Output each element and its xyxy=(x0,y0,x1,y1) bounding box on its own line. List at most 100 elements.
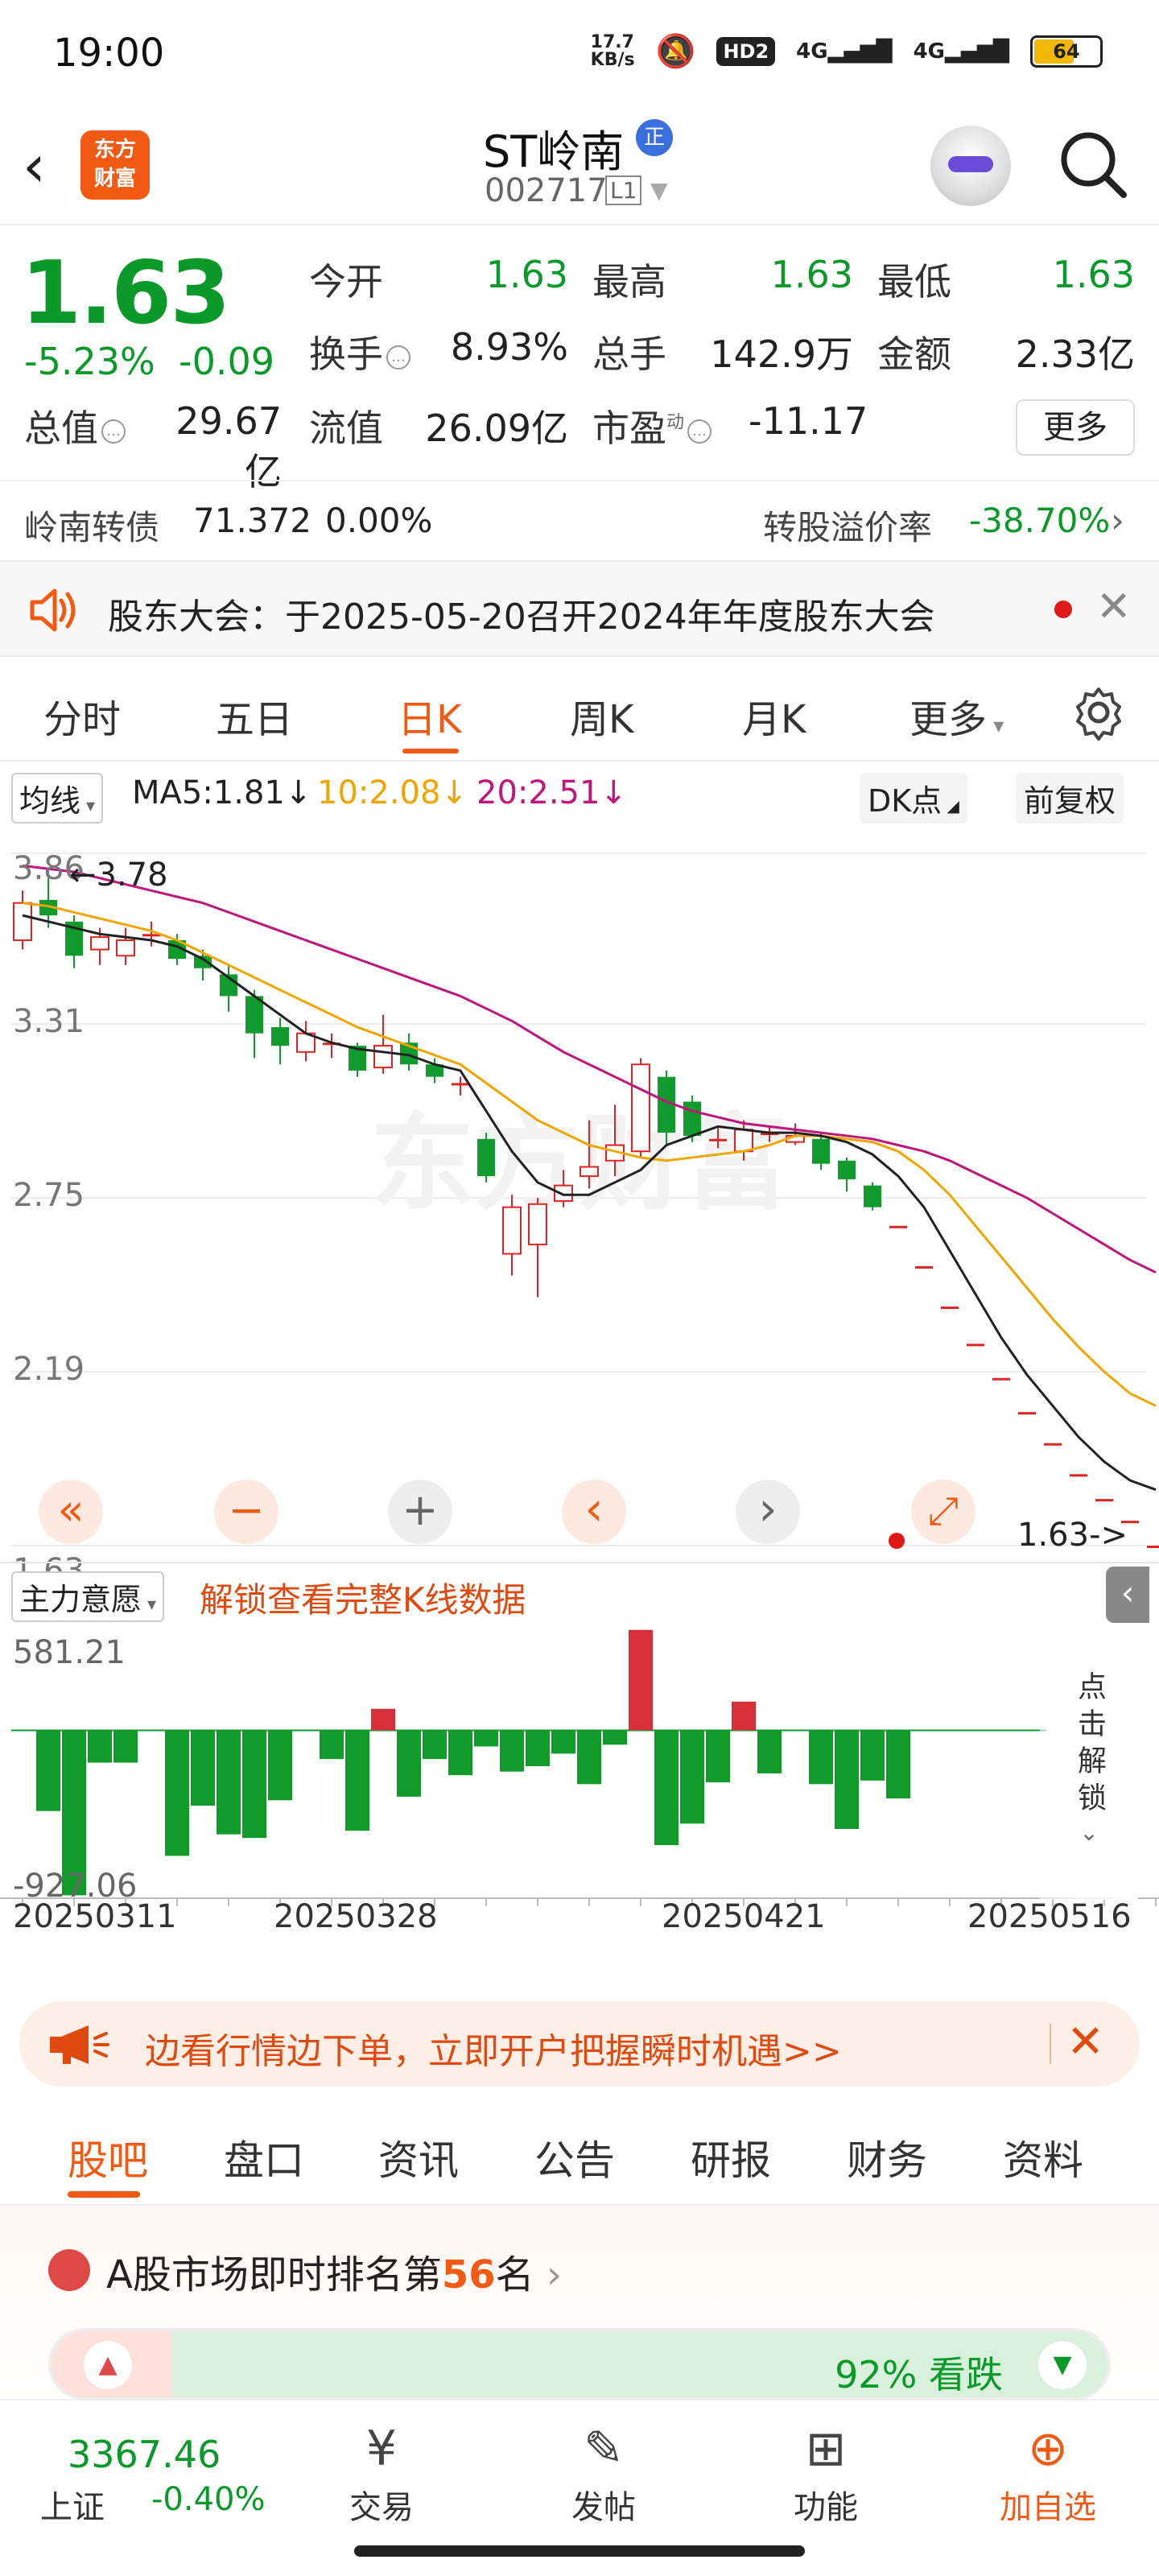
scroll-right-button[interactable]: › xyxy=(736,1480,800,1544)
adjust-button[interactable]: 前复权 xyxy=(1016,773,1124,824)
tab-more[interactable]: 更多 ▾ xyxy=(909,687,1004,744)
x-tick-3: 20250421 xyxy=(662,1898,826,1935)
amount-value: 2.33亿 xyxy=(1015,332,1135,376)
tab-pankou[interactable]: 盘口 xyxy=(224,2128,304,2186)
low-value: 1.63 xyxy=(1052,253,1135,296)
index-value[interactable]: 3367.46 xyxy=(68,2433,221,2476)
tab-news[interactable]: 资讯 xyxy=(378,2128,459,2186)
ma20-label: 20:2.51↓ xyxy=(476,774,627,811)
search-icon[interactable] xyxy=(1054,126,1132,203)
change-percent: -5.23% xyxy=(24,340,155,383)
chevron-right-icon: › xyxy=(1111,501,1124,540)
candle xyxy=(1095,1499,1113,1502)
expand-icon[interactable]: ⤢ xyxy=(911,1480,975,1544)
ma-selector[interactable]: 均线 ▾ xyxy=(11,773,104,824)
sentiment-bar[interactable]: ▲ 92% 看跌 ▼ xyxy=(48,2328,1111,2401)
tab-daily-k[interactable]: 日K xyxy=(398,687,461,744)
open-account-banner[interactable]: 边看行情边下单，立即开户把握瞬时机遇>> ✕ xyxy=(19,2001,1140,2087)
tab-finance[interactable]: 财务 xyxy=(847,2128,927,2186)
mktcap-label: 总值… xyxy=(24,399,126,452)
stock-code[interactable]: 002717 xyxy=(485,172,608,209)
home-indicator[interactable] xyxy=(354,2545,805,2557)
candle xyxy=(13,890,32,950)
last-price: 1.63 xyxy=(21,243,230,344)
nav-trade-label: 交易 xyxy=(349,2489,414,2526)
convertible-bond-row[interactable]: 岭南转债 71.372 0.00% 转股溢价率 -38.70% › xyxy=(0,480,1159,557)
indicator-bar xyxy=(320,1730,344,1760)
info-icon[interactable]: … xyxy=(101,419,126,444)
indicator-bar xyxy=(706,1730,730,1783)
nav-add-watchlist[interactable]: ⊕ 加自选 xyxy=(1000,2417,1096,2528)
nav-functions[interactable]: ⊞ 功能 xyxy=(777,2417,874,2528)
scroll-far-left-button[interactable]: « xyxy=(39,1480,103,1544)
candle xyxy=(323,1033,340,1059)
ranking-card[interactable]: A股市场即时排名第56名 › ▲ 92% 看跌 ▼ xyxy=(0,2207,1159,2401)
nav-trade[interactable]: ¥ 交易 xyxy=(333,2417,430,2528)
plus-circle-icon: ⊕ xyxy=(1027,2421,1069,2477)
tab-weekly-k[interactable]: 周K xyxy=(570,687,633,744)
speaker-icon xyxy=(27,586,79,638)
divider xyxy=(1050,2024,1051,2064)
yuan-icon: ¥ xyxy=(365,2421,398,2477)
volume-value: 142.9万 xyxy=(710,332,853,376)
indicator-bar xyxy=(397,1730,421,1797)
high-label: 最高 xyxy=(592,260,666,303)
tab-guba[interactable]: 股吧 xyxy=(68,2128,148,2186)
edit-icon: ✎ xyxy=(583,2421,625,2477)
moving-average-legend: 均线 ▾ MA5:1.81↓ 10:2.08↓ 20:2.51↓ DK点 ◢ 前… xyxy=(0,765,1159,829)
indicator-selector[interactable]: 主力意愿 ▾ xyxy=(11,1571,165,1622)
gear-icon[interactable] xyxy=(1070,684,1127,744)
candle xyxy=(194,949,212,981)
down-vote-icon[interactable]: ▼ xyxy=(1038,2341,1087,2389)
indicator-bar xyxy=(551,1730,575,1754)
candle xyxy=(116,927,135,965)
x-tick-1: 20250311 xyxy=(13,1898,177,1935)
tab-research[interactable]: 研报 xyxy=(691,2128,771,2186)
zoom-in-button[interactable]: + xyxy=(388,1480,452,1544)
candle xyxy=(967,1344,984,1347)
dk-point-button[interactable]: DK点 ◢ xyxy=(860,773,967,824)
net-speed: 17.7 KB/s xyxy=(590,31,635,70)
chart-period-tabs: 分时 五日 日K 周K 月K 更多 ▾ xyxy=(0,660,1159,762)
collapse-tab-icon[interactable]: ‹ xyxy=(1106,1567,1149,1623)
notice-banner[interactable]: 股东大会：于2025-05-20召开2024年年度股东大会 ✕ xyxy=(0,560,1159,657)
tab-monthly-k[interactable]: 月K xyxy=(742,687,806,744)
nav-add-watchlist-label: 加自选 xyxy=(1000,2489,1096,2526)
close-icon[interactable]: ✕ xyxy=(1066,2016,1104,2068)
unlock-link[interactable]: 解锁查看完整K线数据 xyxy=(200,1573,526,1622)
side-unlock-panel[interactable]: 点击解锁 ⌄ xyxy=(1040,1626,1138,1900)
candle xyxy=(1044,1443,1062,1446)
index-name: 上证 xyxy=(40,2489,105,2526)
bond-pct: 0.00% xyxy=(325,501,433,540)
close-icon[interactable]: ✕ xyxy=(1096,583,1132,631)
tab-profile[interactable]: 资料 xyxy=(1003,2128,1083,2186)
robot-assistant-icon[interactable] xyxy=(930,126,1011,206)
tab-intraday[interactable]: 分时 xyxy=(43,687,121,744)
back-arrow-icon[interactable]: ‹ xyxy=(23,137,46,195)
more-button[interactable]: 更多 xyxy=(1016,399,1135,456)
signal-icon: 4G▂▄▆█ xyxy=(796,39,893,64)
notice-text: 股东大会：于2025-05-20召开2024年年度股东大会 xyxy=(108,597,935,638)
info-icon[interactable]: … xyxy=(687,419,712,444)
app-logo[interactable]: 东方财富 xyxy=(80,130,150,200)
content-tabs: 股吧 盘口 资讯 公告 研报 财务 资料 xyxy=(0,2109,1159,2206)
tab-five-day[interactable]: 五日 xyxy=(216,687,293,744)
indicator-bar xyxy=(732,1701,756,1731)
stock-badge: 正 xyxy=(636,119,673,156)
open-label: 今开 xyxy=(309,260,383,303)
candle xyxy=(65,915,83,968)
indicator-bar xyxy=(345,1730,369,1831)
nav-post[interactable]: ✎ 发帖 xyxy=(555,2417,652,2528)
premium-label: 转股溢价率 xyxy=(763,508,933,547)
signal-icon-2: 4G▂▄▆█ xyxy=(913,39,1009,64)
zoom-out-button[interactable]: − xyxy=(214,1480,278,1544)
indicator-bar xyxy=(680,1730,704,1824)
up-vote-icon[interactable]: ▲ xyxy=(84,2341,132,2389)
chevron-down-icon[interactable]: ▼ xyxy=(650,177,668,204)
scroll-left-button[interactable]: ‹ xyxy=(562,1480,626,1544)
bond-name: 岭南转债 xyxy=(24,508,160,547)
stock-name: ST岭南 xyxy=(483,126,625,177)
float-label: 流值 xyxy=(309,407,383,450)
tab-announcements[interactable]: 公告 xyxy=(534,2128,615,2186)
info-icon[interactable]: … xyxy=(386,345,410,369)
